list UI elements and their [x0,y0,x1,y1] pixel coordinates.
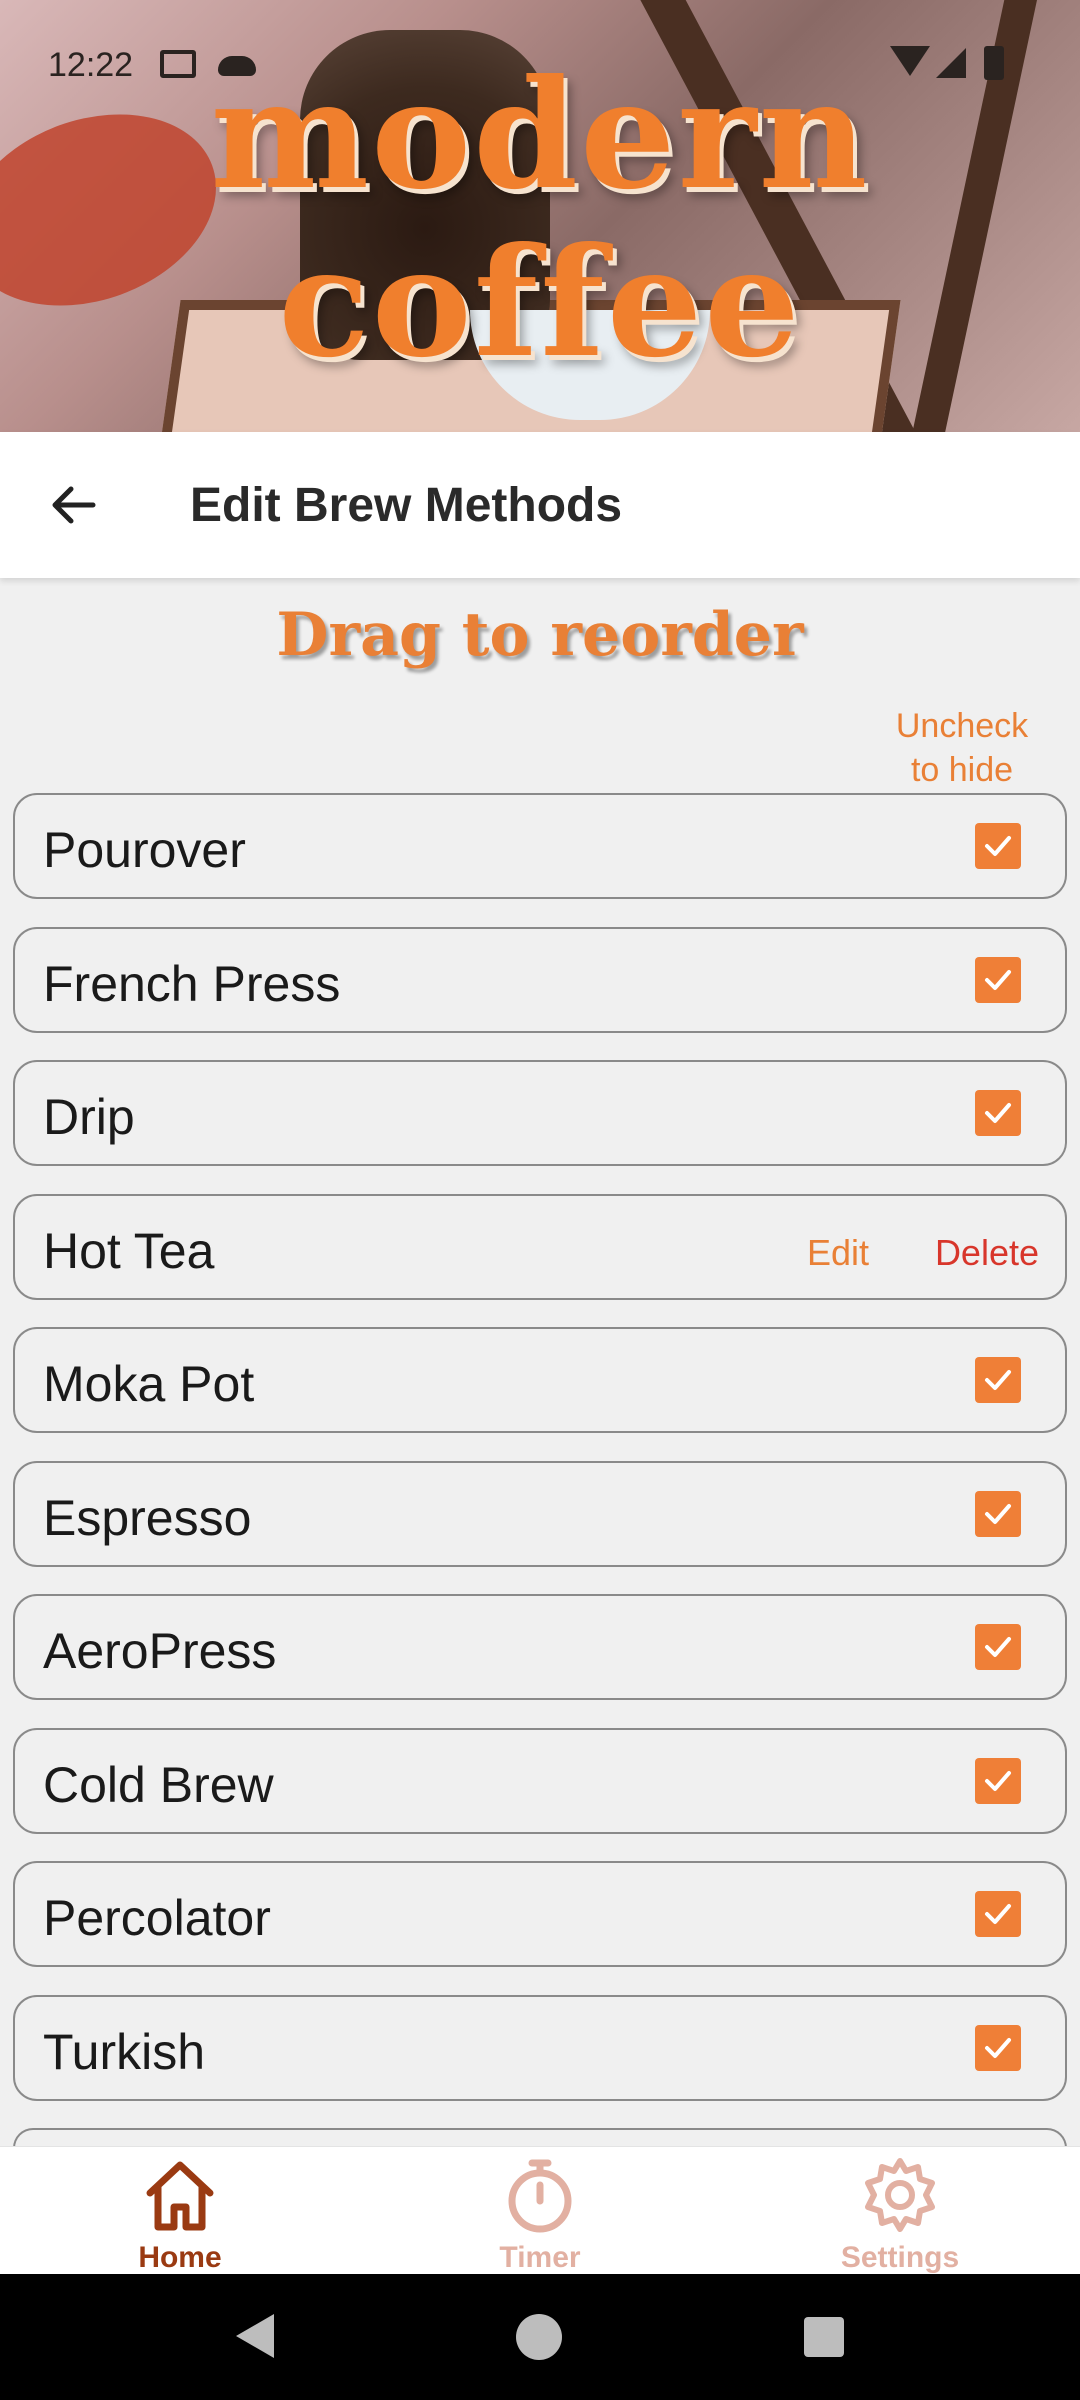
nav-home-label: Home [138,2241,222,2274]
brew-method-label: AeroPress [43,1623,277,1679]
edit-button[interactable]: Edit [807,1232,869,1274]
visibility-checkbox[interactable] [975,1090,1021,1136]
cloud-icon [218,56,256,76]
checkmark-icon [985,1637,1011,1657]
bottom-navigation: Home Timer Settings [0,2146,1080,2274]
visibility-checkbox[interactable] [975,1357,1021,1403]
system-home-icon[interactable] [516,2314,562,2360]
back-button[interactable] [36,468,110,542]
system-recents-icon[interactable] [804,2317,844,2357]
list-item[interactable]: Espresso [13,1460,1067,1567]
checkmark-icon [985,1770,1011,1791]
visibility-checkbox[interactable] [975,1624,1021,1670]
screen-cast-icon [160,50,196,78]
uncheck-hint-line2: to hide [910,751,1014,789]
visibility-checkbox[interactable] [975,1490,1021,1537]
timer-icon [508,2159,572,2233]
visibility-checkbox[interactable] [975,823,1021,869]
brew-method-label: Cold Brew [43,1756,274,1813]
list-item[interactable]: Percolator [13,1861,1067,1967]
brew-method-label: French Press [43,955,341,1012]
status-time: 12:22 [48,46,134,84]
visibility-checkbox[interactable] [975,1757,1021,1804]
app-bar: Edit Brew Methods [0,432,1080,578]
nav-home[interactable]: Home [0,2147,360,2275]
home-icon [146,2161,214,2231]
checkmark-icon [985,1904,1011,1924]
uncheck-hint-line1: Uncheck [895,707,1029,745]
list-item[interactable]: French Press [13,926,1067,1033]
visibility-checkbox[interactable] [975,1891,1021,1937]
checkmark-icon [985,2037,1011,2058]
brew-method-label: Espresso [43,1489,252,1546]
list-item[interactable]: Cold Brew [13,1727,1067,1834]
nav-timer[interactable]: Timer [360,2147,720,2275]
brew-method-label: Percolator [43,1890,271,1946]
checkmark-icon [985,969,1011,990]
wifi-icon [890,46,930,76]
brew-method-label: Drip [43,1089,135,1145]
drag-hint-title: Drag to reorder [276,600,804,670]
list-item[interactable]: AeroPress [13,1594,1067,1700]
visibility-checkbox[interactable] [975,2024,1021,2071]
signal-icon [936,48,966,78]
visibility-checkbox[interactable] [975,956,1021,1003]
page-title: Edit Brew Methods [190,479,623,532]
checkmark-icon [985,1503,1011,1524]
brew-method-label: Turkish [43,2023,206,2080]
hero-banner: modern coffee 12:22 [0,0,1080,432]
brew-method-label: Pourover [43,822,246,878]
brew-method-list: Pourover French Press Drip Hot Tea Edit … [13,793,1067,2176]
delete-button[interactable]: Delete [935,1232,1039,1274]
status-bar: 12:22 [0,0,1080,130]
nav-settings[interactable]: Settings [720,2147,1080,2275]
list-item[interactable]: Moka Pot [13,1327,1067,1433]
system-back-icon[interactable] [236,2314,274,2358]
list-item[interactable]: Pourover [13,793,1067,899]
checkmark-icon [985,1370,1011,1390]
list-item[interactable]: Drip [13,1060,1067,1166]
arrow-left-icon [52,486,96,524]
checkmark-icon [985,1103,1011,1123]
checkmark-icon [985,836,1011,856]
list-item-partial[interactable] [13,2128,1067,2148]
list-item[interactable]: Turkish [13,1994,1067,2101]
battery-icon [984,46,1004,80]
system-navigation-bar [0,2274,1080,2400]
gear-icon [865,2158,935,2232]
brew-method-label: Moka Pot [43,1356,255,1412]
nav-timer-label: Timer [499,2241,581,2274]
uncheck-hint: Uncheck to hide [862,704,1062,792]
list-item[interactable]: Hot Tea Edit Delete [13,1193,1067,1300]
nav-settings-label: Settings [840,2241,960,2274]
brew-method-label: Hot Tea [43,1222,215,1279]
brand-logo-line2: coffee [278,215,802,391]
